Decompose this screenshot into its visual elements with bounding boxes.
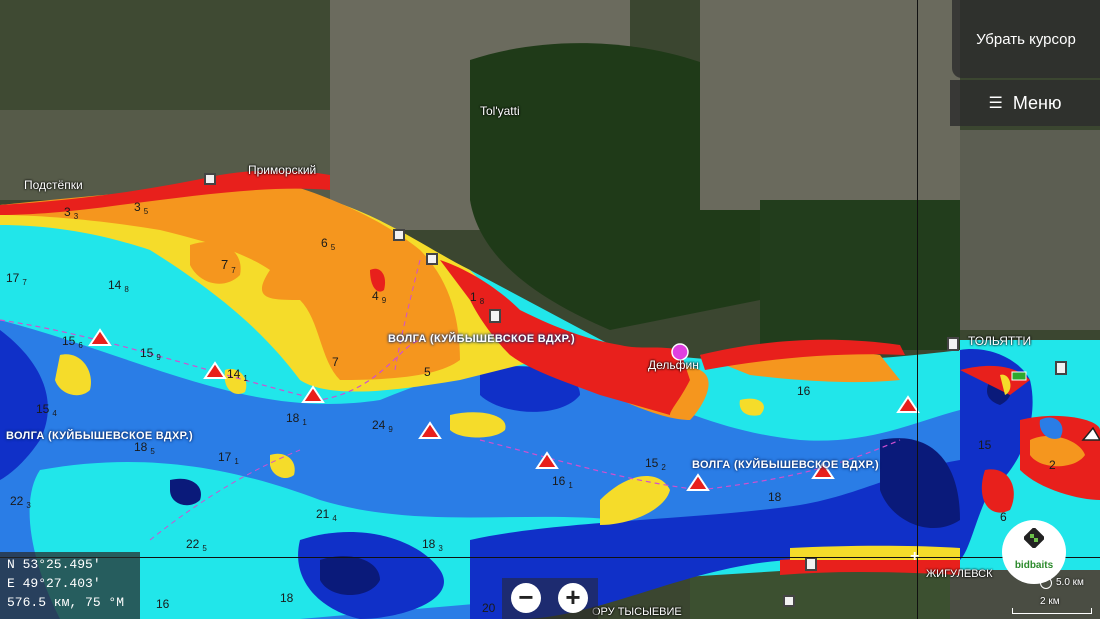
depth-sounding: 16 1 [552,474,573,491]
position-readout: N 53°25.495' E 49°27.403' 576.5 км, 75 °… [0,552,140,619]
scale-bar [1012,608,1092,614]
place-podstepki: Подстёпки [24,178,83,192]
depth-sounding-sub: 6 [78,341,83,351]
depth-sounding: 14 1 [227,367,248,384]
place-zhigulevsk: ЖИГУЛЕВСК [926,568,993,580]
place-tolyatti-ru: ТОЛЬЯТТИ [968,334,1032,348]
zoom-in-button[interactable]: + [558,583,588,613]
depth-sounding-sub: 1 [568,481,573,491]
depth-sounding: 15 9 [140,346,161,363]
range-bearing: 576.5 км, 75 °M [7,595,125,610]
depth-sounding: 18 [768,490,782,504]
depth-sounding: 7 [332,355,339,369]
scale-bar-label: 2 км [1040,596,1060,607]
bidbaits-logo-text: bidbaits [1014,560,1054,571]
cursor-crosshair-vertical [917,0,918,619]
depth-sounding: 5 [424,365,431,379]
depth-sounding-sub: 9 [388,425,393,435]
chart-map[interactable] [0,0,1100,619]
place-tolyatti-en: Tol'yatti [480,104,520,118]
depth-sounding: 18 1 [286,411,307,428]
zoom-out-button[interactable]: − [511,583,541,613]
place-dolphin: Дельфин [648,358,699,372]
depth-sounding: 2 [1049,458,1056,472]
depth-sounding-sub: 5 [150,447,155,457]
depth-sounding: 22 3 [10,494,31,511]
depth-sounding-sub: 2 [661,463,666,473]
menu-button[interactable]: ☰ Меню [950,80,1100,126]
depth-sounding-sub: 3 [26,501,31,511]
depth-sounding: 21 4 [316,507,337,524]
scale-distance: 5.0 км [1056,577,1084,588]
place-bottom: ОРУ ТЫСЫЕВИЕ [592,606,682,618]
river-label-2: ВОЛГА (КУЙБЫШЕВСКОЕ ВДХР.) [6,430,193,442]
depth-sounding-sub: 3 [73,212,79,222]
depth-sounding: 18 3 [422,537,443,554]
depth-sounding: 17 7 [6,271,27,288]
longitude: E 49°27.403' [7,576,101,591]
depth-sounding: 18 5 [134,440,155,457]
depth-sounding: 65 [321,236,336,253]
depth-sounding-sub: 5 [143,207,149,217]
depth-sounding: 18 [470,290,485,307]
remove-cursor-label: Убрать курсор [976,30,1076,48]
river-label-1: ВОЛГА (КУЙБЫШЕВСКОЕ ВДХР.) [388,333,575,345]
depth-sounding: 33 [64,205,79,222]
depth-sounding: 24 9 [372,418,393,435]
depth-sounding: 16 [797,384,811,398]
zoom-controls: − + [502,578,598,619]
bidbaits-logo-icon [1024,528,1044,548]
hamburger-icon: ☰ [988,95,1003,112]
depth-sounding-sub: 7 [231,265,236,275]
depth-sounding-sub: 4 [332,514,337,524]
depth-sounding-sub: 9 [381,296,387,306]
menu-label: Меню [1012,92,1062,113]
depth-sounding: 14 8 [108,278,129,295]
depth-sounding: 15 6 [62,334,83,351]
depth-sounding: 16 [156,597,170,611]
depth-sounding-sub: 1 [302,418,307,428]
depth-sounding: 15 2 [645,456,666,473]
map-scale: 5.0 км 2 км [1012,574,1100,619]
depth-sounding: 49 [372,289,387,306]
depth-sounding: 17 1 [218,450,239,467]
depth-sounding-sub: 4 [52,409,57,419]
depth-sounding: 22 5 [186,537,207,554]
depth-sounding: 15 [978,438,992,452]
depth-sounding: 15 4 [36,402,57,419]
depth-sounding: 35 [134,200,149,217]
depth-sounding-sub: 5 [202,544,207,554]
depth-sounding: 77 [221,257,236,275]
depth-sounding: 18 [280,591,294,605]
depth-sounding-sub: 8 [124,285,129,295]
cursor-crosshair-horizontal [0,557,1100,558]
latitude: N 53°25.495' [7,557,101,572]
remove-cursor-button[interactable]: Убрать курсор [952,0,1100,78]
depth-sounding-sub: 9 [156,353,161,363]
depth-sounding-sub: 7 [22,278,27,288]
cursor-crosshair-icon[interactable]: + [910,548,919,566]
depth-sounding-sub: 8 [479,297,485,307]
depth-sounding: 20 [482,601,496,615]
range-ring-icon [1040,577,1052,589]
depth-sounding-sub: 1 [243,374,248,384]
depth-sounding-sub: 5 [330,243,336,253]
depth-sounding-sub: 1 [234,457,239,467]
place-primorsky: Приморский [248,163,317,177]
depth-sounding: 6 [1000,510,1007,524]
river-label-3: ВОЛГА (КУЙБЫШЕВСКОЕ ВДХР.) [692,459,879,471]
depth-sounding-sub: 3 [438,544,443,554]
